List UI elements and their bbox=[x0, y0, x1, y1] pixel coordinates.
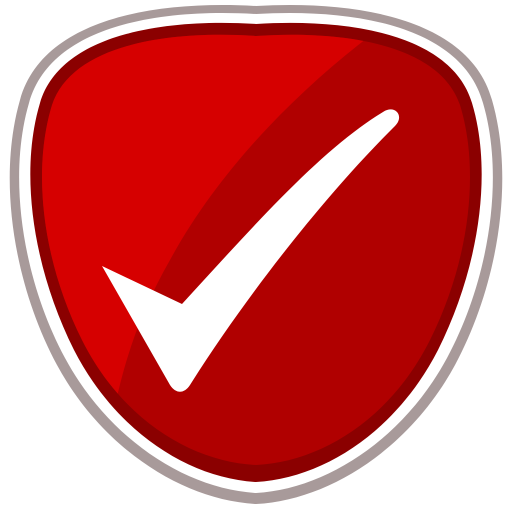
check-shield-icon bbox=[9, 5, 503, 505]
shield-badge bbox=[0, 0, 512, 512]
